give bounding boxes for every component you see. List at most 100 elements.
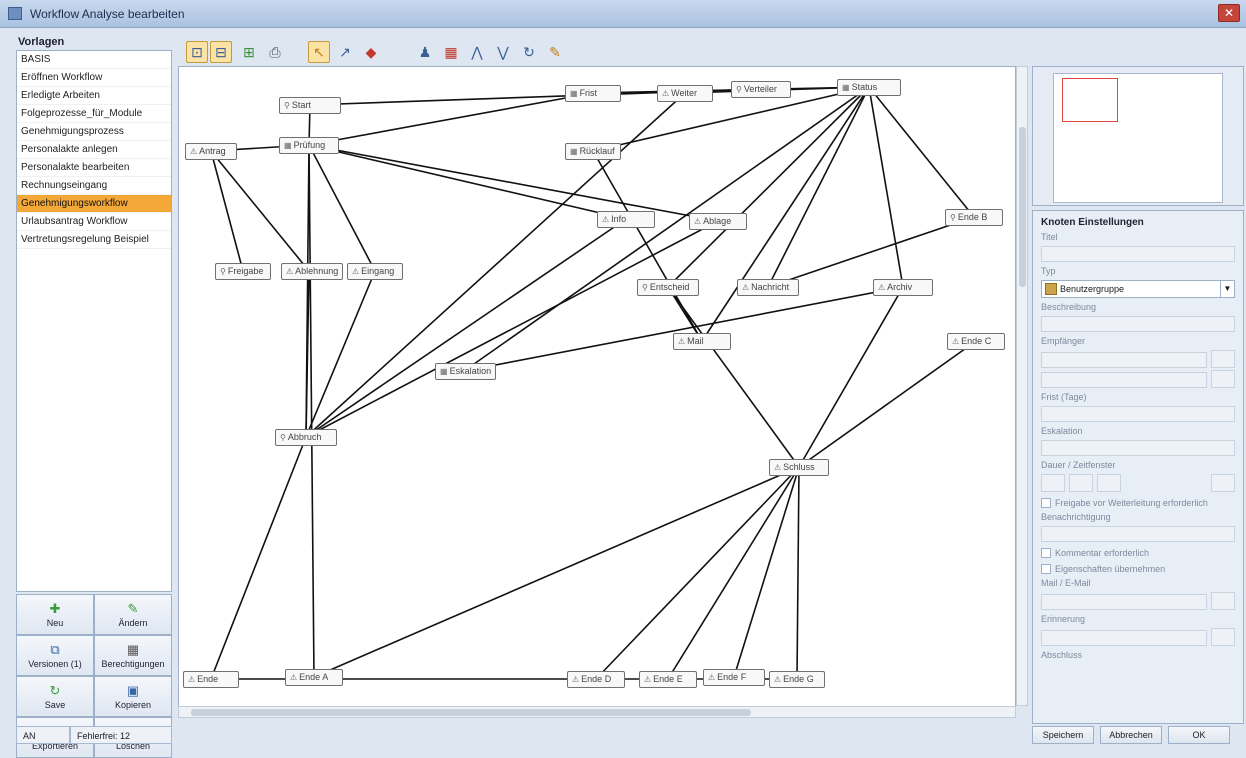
workflow-node[interactable]: ⚠ Info xyxy=(597,211,655,228)
new-button[interactable]: ✚ Neu xyxy=(16,594,94,635)
workflow-edge[interactable] xyxy=(667,86,870,288)
workflow-edge[interactable] xyxy=(210,150,310,272)
workflow-node[interactable]: ⚠ Weiter xyxy=(657,85,713,102)
workflow-node[interactable]: ⚠ Archiv xyxy=(873,279,933,296)
workflow-edge[interactable] xyxy=(210,150,244,272)
workflow-node[interactable]: ⚠ Mail xyxy=(673,333,731,350)
workflow-node[interactable]: ⚠ Antrag xyxy=(185,143,237,160)
type-select[interactable]: Benutzergruppe ▼ xyxy=(1041,280,1235,298)
workflow-edge[interactable] xyxy=(796,466,800,680)
workflow-edge[interactable] xyxy=(667,286,800,468)
workflow-node[interactable]: ⚠ Ende F xyxy=(703,669,765,686)
edit-button[interactable]: ✎ Ändern xyxy=(94,594,172,635)
workflow-node[interactable]: ⚠ Ablage xyxy=(689,213,747,230)
scroll-thumb[interactable] xyxy=(1019,127,1026,287)
workflow-node[interactable]: ⚠ Schluss xyxy=(769,459,829,476)
cancel-footer-button[interactable]: Abbrechen xyxy=(1100,726,1162,744)
checkbox[interactable] xyxy=(1041,498,1051,508)
template-list-item[interactable]: Genehmigungsprozess xyxy=(17,123,171,141)
workflow-node[interactable]: ⚠ Ende A xyxy=(285,669,343,686)
workflow-node[interactable]: ⚲ Ende B xyxy=(945,209,1003,226)
zoom-fit-icon[interactable]: ⊡ xyxy=(186,41,208,63)
template-list[interactable]: BASIS Eröffnen Workflow Erledigte Arbeiten… xyxy=(16,50,172,592)
assignee-field-2[interactable] xyxy=(1041,372,1207,388)
workflow-node[interactable]: ⚠ Ende G xyxy=(769,671,825,688)
layout-icon[interactable]: ⊞ xyxy=(238,41,260,63)
workflow-node[interactable]: ▦ Eskalation xyxy=(435,363,497,380)
workflow-edge[interactable] xyxy=(308,144,315,678)
name-field[interactable] xyxy=(1041,246,1235,262)
workflow-edge[interactable] xyxy=(595,466,800,680)
template-list-item[interactable]: Urlaubsantrag Workflow xyxy=(17,213,171,231)
workflow-node[interactable]: ⚲ Verteiler xyxy=(731,81,791,98)
eraser-tool-icon[interactable]: ◆ xyxy=(360,41,382,63)
vertical-scrollbar[interactable] xyxy=(1016,66,1028,706)
scroll-thumb[interactable] xyxy=(191,709,751,716)
check-inherit[interactable]: Eigenschaften übernehmen xyxy=(1041,564,1235,574)
workflow-edge[interactable] xyxy=(868,86,904,288)
split-node-icon[interactable]: ⋀ xyxy=(466,41,488,63)
reminder-field[interactable] xyxy=(1041,630,1207,646)
template-list-item[interactable]: Rechnungseingang xyxy=(17,177,171,195)
select-tool-icon[interactable]: ↖ xyxy=(308,41,330,63)
mail-field[interactable] xyxy=(1041,594,1207,610)
workflow-edge[interactable] xyxy=(463,86,870,372)
workflow-canvas[interactable]: ⚠ Antrag ⚲ Start ▦ Prüfung ▦ Frist ⚲ Freigabe ⚠ Wei… xyxy=(178,66,1016,716)
chevron-down-icon[interactable]: ▼ xyxy=(1220,281,1234,297)
workflow-edge[interactable] xyxy=(305,220,719,438)
notify-field[interactable] xyxy=(1041,526,1235,542)
template-list-item[interactable]: Personalakte bearbeiten xyxy=(17,159,171,177)
close-button[interactable]: ✕ xyxy=(1218,4,1240,22)
group-node-icon[interactable]: ▦ xyxy=(440,41,462,63)
ok-footer-button[interactable]: OK xyxy=(1168,726,1230,744)
workflow-edge[interactable] xyxy=(308,144,719,222)
assignee-browse-button-2[interactable] xyxy=(1211,370,1235,388)
deadline-field[interactable] xyxy=(1041,406,1235,422)
script-node-icon[interactable]: ✎ xyxy=(544,41,566,63)
duration-browse-button[interactable] xyxy=(1211,474,1235,492)
template-list-item[interactable]: Eröffnen Workflow xyxy=(17,69,171,87)
merge-node-icon[interactable]: ⋁ xyxy=(492,41,514,63)
loop-node-icon[interactable]: ↻ xyxy=(518,41,540,63)
workflow-edge[interactable] xyxy=(868,86,975,218)
workflow-edge[interactable] xyxy=(733,466,800,678)
workflow-node[interactable]: ⚲ Entscheid xyxy=(637,279,699,296)
zoom-page-icon[interactable]: ⊟ xyxy=(210,41,232,63)
description-field[interactable] xyxy=(1041,316,1235,332)
horizontal-scrollbar[interactable] xyxy=(178,706,1016,718)
template-list-item[interactable]: BASIS xyxy=(17,51,171,69)
escalation-field[interactable] xyxy=(1041,440,1235,456)
overview-viewport[interactable] xyxy=(1062,78,1118,122)
workflow-node[interactable]: ⚠ Ablehnung xyxy=(281,263,344,280)
template-list-item[interactable]: Erledigte Arbeiten xyxy=(17,87,171,105)
connect-tool-icon[interactable]: ↗ xyxy=(334,41,356,63)
workflow-edge[interactable] xyxy=(308,144,376,272)
workflow-node[interactable]: ▦ Status xyxy=(837,79,901,96)
reminder-browse-button[interactable] xyxy=(1211,628,1235,646)
workflow-node[interactable]: ⚠ Nachricht xyxy=(737,279,799,296)
workflow-edge[interactable] xyxy=(463,286,904,372)
duration-minutes[interactable] xyxy=(1097,474,1121,492)
save-footer-button[interactable]: Speichern xyxy=(1032,726,1094,744)
template-list-item[interactable]: Personalakte anlegen xyxy=(17,141,171,159)
mail-browse-button[interactable] xyxy=(1211,592,1235,610)
workflow-node[interactable]: ▦ Rücklauf xyxy=(565,143,621,160)
checkbox[interactable] xyxy=(1041,564,1051,574)
assignee-field[interactable] xyxy=(1041,352,1207,368)
template-list-item[interactable]: Vertretungsregelung Beispiel xyxy=(17,231,171,249)
workflow-node[interactable]: ⚠ Ende D xyxy=(567,671,625,688)
workflow-node[interactable]: ⚠ Ende C xyxy=(947,333,1005,350)
workflow-node[interactable]: ⚠ Ende xyxy=(183,671,239,688)
assignee-browse-button[interactable] xyxy=(1211,350,1235,368)
duration-hours[interactable] xyxy=(1069,474,1093,492)
checkbox[interactable] xyxy=(1041,548,1051,558)
template-list-item[interactable]: Folgeprozesse_für_Module xyxy=(17,105,171,123)
versions-button[interactable]: ⧉ Versionen (1) xyxy=(16,635,94,676)
workflow-edge[interactable] xyxy=(305,218,627,438)
user-node-icon[interactable]: ♟ xyxy=(414,41,436,63)
workflow-edge[interactable] xyxy=(210,436,307,680)
workflow-edge[interactable] xyxy=(798,286,904,468)
print-icon[interactable]: ⎙ xyxy=(264,41,286,63)
check-approval[interactable]: Freigabe vor Weiterleitung erforderlich xyxy=(1041,498,1235,508)
save-button[interactable]: ↻ Save xyxy=(16,676,94,717)
